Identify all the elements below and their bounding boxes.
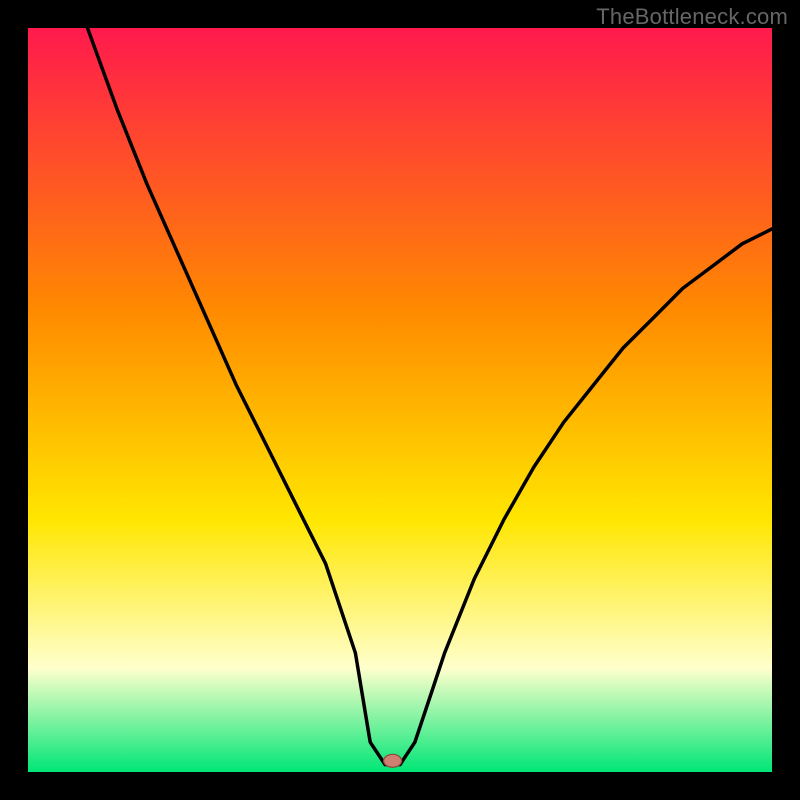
chart-frame: { "watermark": "TheBottleneck.com", "col… — [0, 0, 800, 800]
watermark-text: TheBottleneck.com — [596, 4, 788, 30]
optimum-marker — [384, 754, 402, 767]
gradient-background — [28, 28, 772, 772]
bottleneck-chart — [28, 28, 772, 772]
